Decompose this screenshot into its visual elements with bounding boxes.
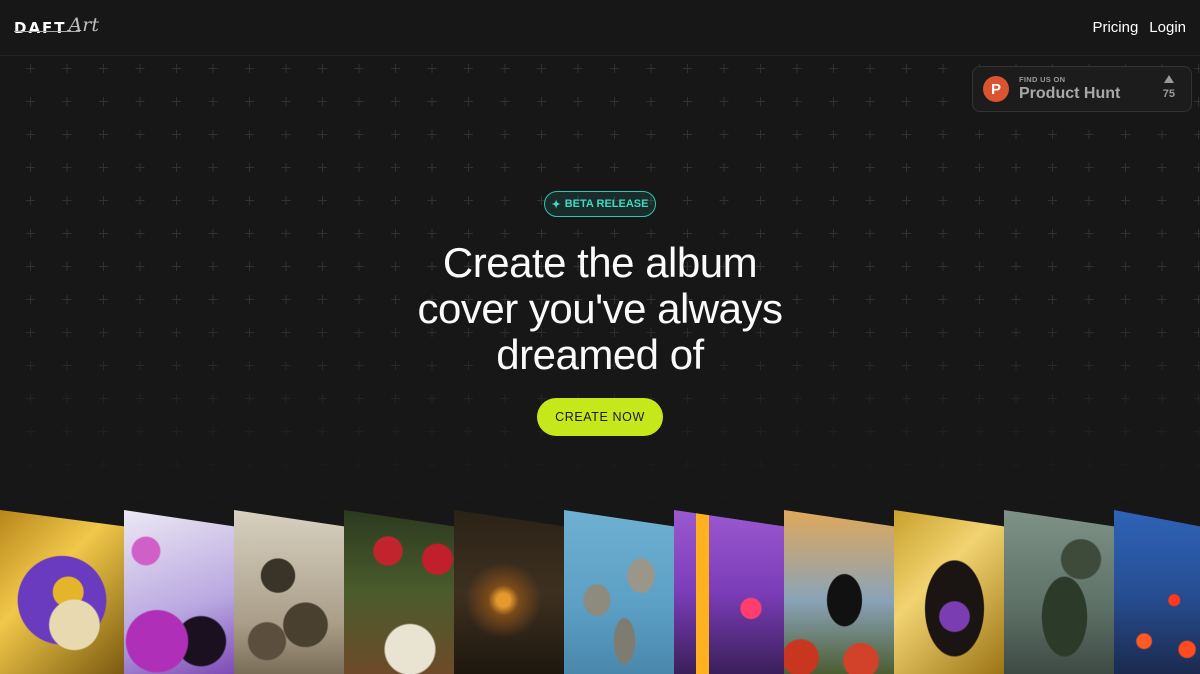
vote-count: 75: [1162, 88, 1175, 100]
cover-purple-flowers-deer[interactable]: [124, 510, 234, 674]
sparkle-icon: ✦: [551, 198, 561, 211]
cover-purple-street[interactable]: [674, 510, 784, 674]
cover-dark-tunnel-light[interactable]: [454, 510, 564, 674]
daft-art-logo[interactable]: DAFT Art: [14, 13, 99, 43]
cover-golden-frame-crown[interactable]: [894, 510, 1004, 674]
headline-line-1: Create the album: [442, 239, 758, 286]
nav-links: Pricing Login: [1092, 19, 1186, 36]
login-link[interactable]: Login: [1149, 19, 1186, 36]
cover-crow-roses[interactable]: [784, 510, 894, 674]
product-hunt-title: Product Hunt: [1019, 85, 1121, 102]
product-hunt-text: FIND US ON Product Hunt: [1019, 75, 1120, 103]
pricing-link[interactable]: Pricing: [1092, 19, 1138, 36]
top-nav: DAFT Art Pricing Login: [0, 0, 1200, 56]
headline-line-2: cover you've always: [417, 285, 783, 332]
product-hunt-badge[interactable]: P FIND US ON Product Hunt 75: [972, 66, 1192, 112]
hero-headline: Create the album cover you've always dre…: [300, 240, 900, 378]
headline-line-3: dreamed of: [496, 331, 704, 378]
logo-wordmark: DAFT: [14, 18, 67, 37]
beta-release-label: BETA RELEASE: [564, 198, 649, 210]
cover-night-palms-lanterns[interactable]: [1114, 510, 1200, 674]
cover-gold-skull-crown[interactable]: [0, 510, 124, 674]
cover-flying-dolphins[interactable]: [564, 510, 674, 674]
product-hunt-caption: FIND US ON: [1019, 75, 1066, 84]
logo-script: Art: [68, 13, 99, 36]
beta-release-badge: ✦ BETA RELEASE: [544, 191, 656, 217]
landing-page: DAFT Art Pricing Login P FIND US ON Prod…: [0, 0, 1200, 674]
logo-underline: [14, 30, 80, 32]
product-hunt-icon: P: [983, 76, 1009, 102]
product-hunt-votes: 75: [1163, 75, 1175, 100]
upvote-arrow-icon: [1163, 75, 1174, 83]
cover-ink-wash-figures[interactable]: [234, 510, 344, 674]
cover-green-spaceship[interactable]: [1004, 510, 1114, 674]
album-cover-carousel: [0, 510, 1200, 674]
create-now-button[interactable]: CREATE NOW: [537, 398, 663, 436]
cover-roses-skull[interactable]: [344, 510, 454, 674]
